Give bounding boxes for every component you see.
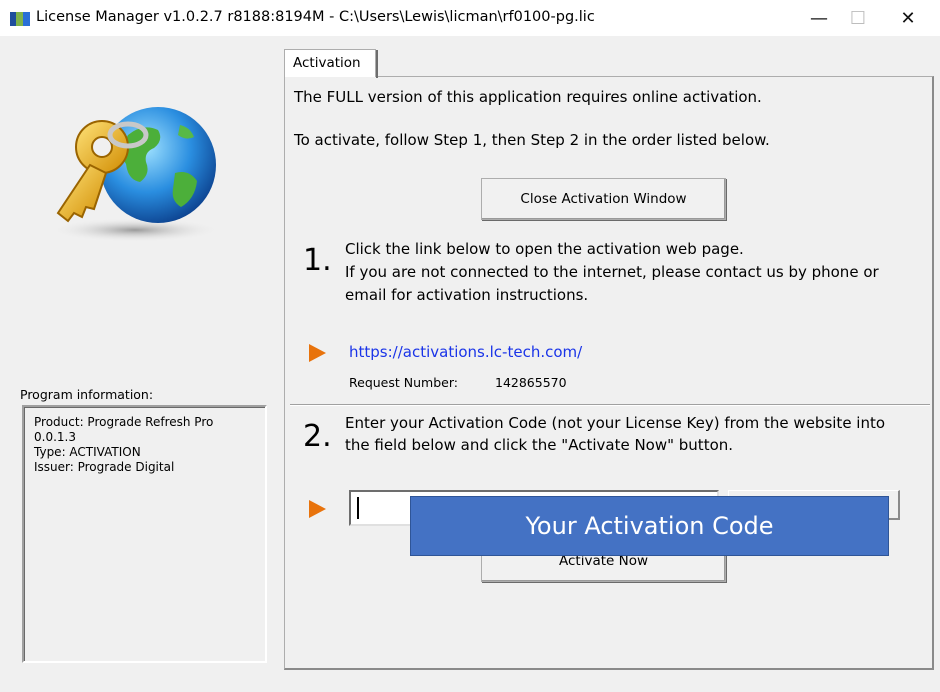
step-divider bbox=[290, 404, 930, 406]
activation-code-callout: Your Activation Code bbox=[410, 496, 889, 556]
request-number-value: 142865570 bbox=[495, 375, 567, 390]
step-2-arrow-icon bbox=[309, 500, 326, 518]
app-icon bbox=[10, 12, 30, 26]
activation-link[interactable]: https://activations.lc-tech.com/ bbox=[349, 343, 582, 361]
program-info-box: Product: Prograde Refresh Pro 0.0.1.3 Ty… bbox=[22, 405, 267, 663]
step-1-arrow-icon bbox=[309, 344, 326, 362]
license-manager-window: License Manager v1.0.2.7 r8188:8194M - C… bbox=[0, 0, 940, 692]
text-caret bbox=[357, 497, 359, 519]
request-number-label: Request Number: bbox=[349, 375, 458, 390]
program-info-line: Product: Prograde Refresh Pro bbox=[34, 415, 214, 429]
program-info-line: 0.0.1.3 bbox=[34, 430, 76, 444]
intro-line-1: The FULL version of this application req… bbox=[294, 88, 762, 106]
tab-activation[interactable]: Activation bbox=[284, 49, 378, 78]
step-1-line-3: email for activation instructions. bbox=[345, 286, 589, 304]
program-info-line: Type: ACTIVATION bbox=[34, 445, 141, 459]
key-globe-icon bbox=[50, 107, 220, 242]
step-1-line-1: Click the link below to open the activat… bbox=[345, 240, 744, 258]
close-button[interactable]: ✕ bbox=[885, 0, 931, 36]
program-info-label: Program information: bbox=[20, 387, 154, 402]
step-1-number: 1. bbox=[303, 243, 332, 278]
intro-line-2: To activate, follow Step 1, then Step 2 … bbox=[294, 131, 770, 149]
maximize-button[interactable]: ☐ bbox=[835, 0, 881, 36]
window-title: License Manager v1.0.2.7 r8188:8194M - C… bbox=[36, 9, 595, 25]
step-1-line-2: If you are not connected to the internet… bbox=[345, 263, 879, 281]
step-2-number: 2. bbox=[303, 419, 332, 454]
title-bar[interactable]: License Manager v1.0.2.7 r8188:8194M - C… bbox=[0, 0, 940, 36]
close-activation-window-button[interactable]: Close Activation Window bbox=[481, 178, 726, 220]
step-2-line-2: the field below and click the "Activate … bbox=[345, 436, 734, 454]
program-info-line: Issuer: Prograde Digital bbox=[34, 460, 175, 474]
step-2-line-1: Enter your Activation Code (not your Lic… bbox=[345, 414, 886, 432]
